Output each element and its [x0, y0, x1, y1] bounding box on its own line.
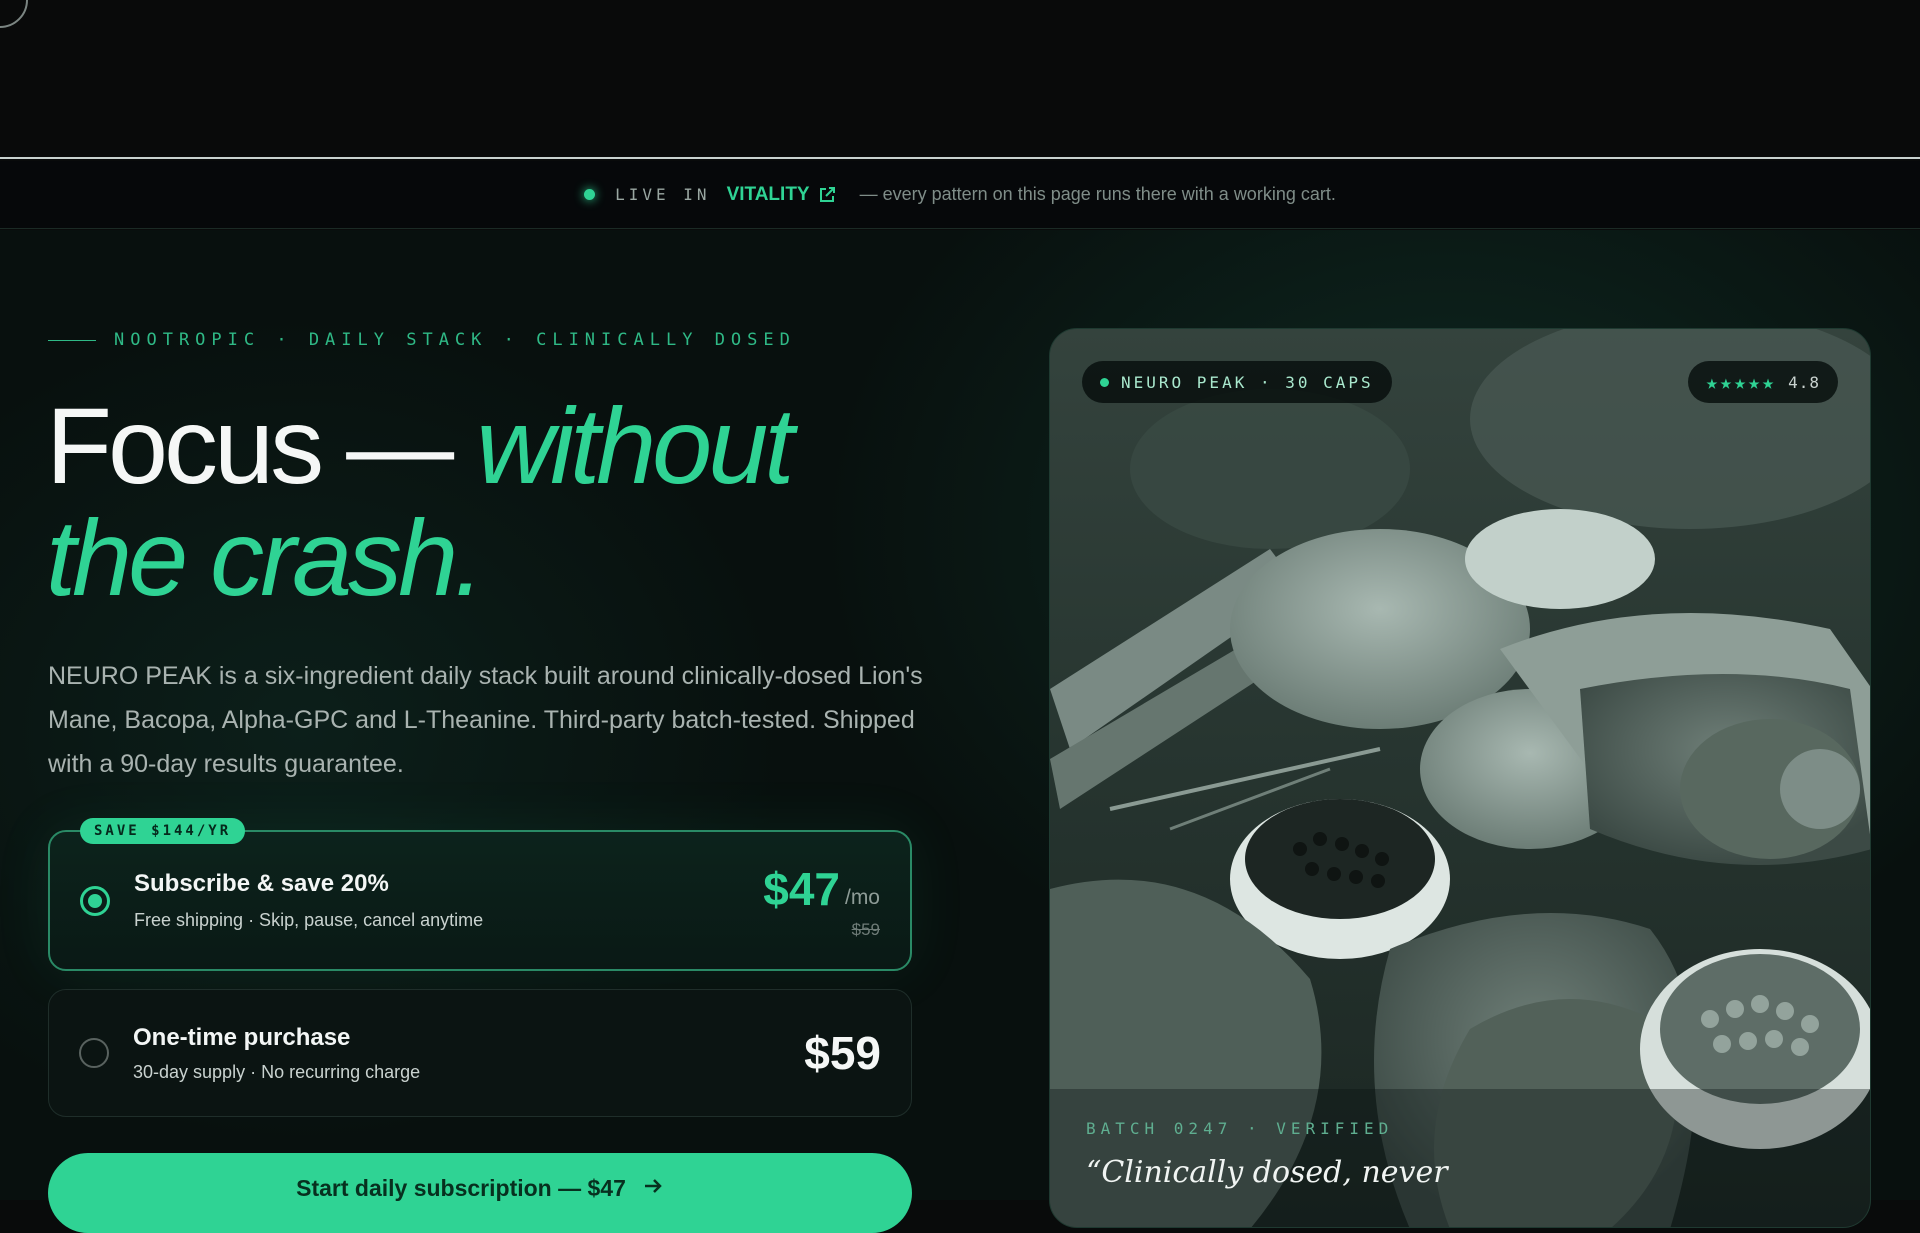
headline-accent-1: without: [476, 385, 794, 506]
external-link-icon: [818, 186, 836, 204]
top-header: [0, 0, 1920, 159]
eyebrow: NOOTROPIC · DAILY STACK · CLINICALLY DOS…: [48, 330, 796, 350]
product-tag: NEURO PEAK · 30 CAPS: [1082, 361, 1392, 403]
start-subscription-button[interactable]: Start daily subscription — $47: [48, 1153, 912, 1233]
subscribe-option[interactable]: SAVE $144/YR Subscribe & save 20% Free s…: [48, 818, 912, 971]
subscribe-original-price: $59: [851, 920, 880, 939]
live-in-label: LIVE IN: [615, 185, 711, 204]
product-photo: [1050, 329, 1870, 1227]
vitality-link-label: VITALITY: [726, 183, 810, 205]
avatar[interactable]: [0, 0, 28, 28]
eyebrow-text: NOOTROPIC · DAILY STACK · CLINICALLY DOS…: [114, 330, 796, 350]
subscribe-price: $47: [763, 863, 840, 915]
one-time-title: One-time purchase: [133, 1024, 351, 1051]
batch-label: BATCH 0247 · VERIFIED: [1086, 1119, 1394, 1138]
product-tag-text: NEURO PEAK · 30 CAPS: [1121, 372, 1374, 392]
arrow-right-icon: [642, 1175, 664, 1233]
vitality-link[interactable]: VITALITY: [727, 184, 854, 206]
product-photo-card: NEURO PEAK · 30 CAPS ★★★★★ 4.8 BATCH 024…: [1049, 328, 1871, 1228]
live-status-dot: [584, 189, 596, 200]
live-banner: LIVE IN VITALITY — every pattern on this…: [0, 161, 1920, 229]
one-time-price: $59: [804, 1027, 881, 1079]
live-banner-text: — every pattern on this page runs there …: [859, 184, 1336, 204]
one-time-option[interactable]: One-time purchase 30-day supply · No rec…: [48, 989, 912, 1117]
headline-accent-2: the crash.: [46, 497, 484, 618]
hero-description: NEURO PEAK is a six-ingredient daily sta…: [48, 662, 923, 778]
subscribe-title: Subscribe & save 20%: [134, 870, 389, 897]
subscribe-subtitle: Free shipping · Skip, pause, cancel anyt…: [134, 910, 484, 930]
product-tag-dot: [1100, 377, 1109, 387]
eyebrow-divider: [48, 339, 96, 341]
rating-badge: ★★★★★ 4.8: [1687, 361, 1838, 403]
start-subscription-label: Start daily subscription — $47: [296, 1175, 626, 1201]
headline-plain: Focus —: [46, 385, 477, 506]
one-time-radio[interactable]: [79, 1038, 109, 1068]
star-rating-icon: ★★★★★: [1705, 370, 1777, 394]
page-title: Focus — without the crash.: [46, 390, 946, 614]
subscribe-radio[interactable]: [80, 886, 110, 916]
save-badge: SAVE $144/YR: [80, 818, 246, 844]
hero-section: NOOTROPIC · DAILY STACK · CLINICALLY DOS…: [0, 230, 1920, 1233]
one-time-subtitle: 30-day supply · No recurring charge: [133, 1062, 421, 1082]
subscribe-price-period: /mo: [844, 886, 880, 909]
rating-value: 4.8: [1788, 372, 1820, 392]
testimonial-quote: “Clinically dosed, never: [1086, 1155, 1448, 1190]
